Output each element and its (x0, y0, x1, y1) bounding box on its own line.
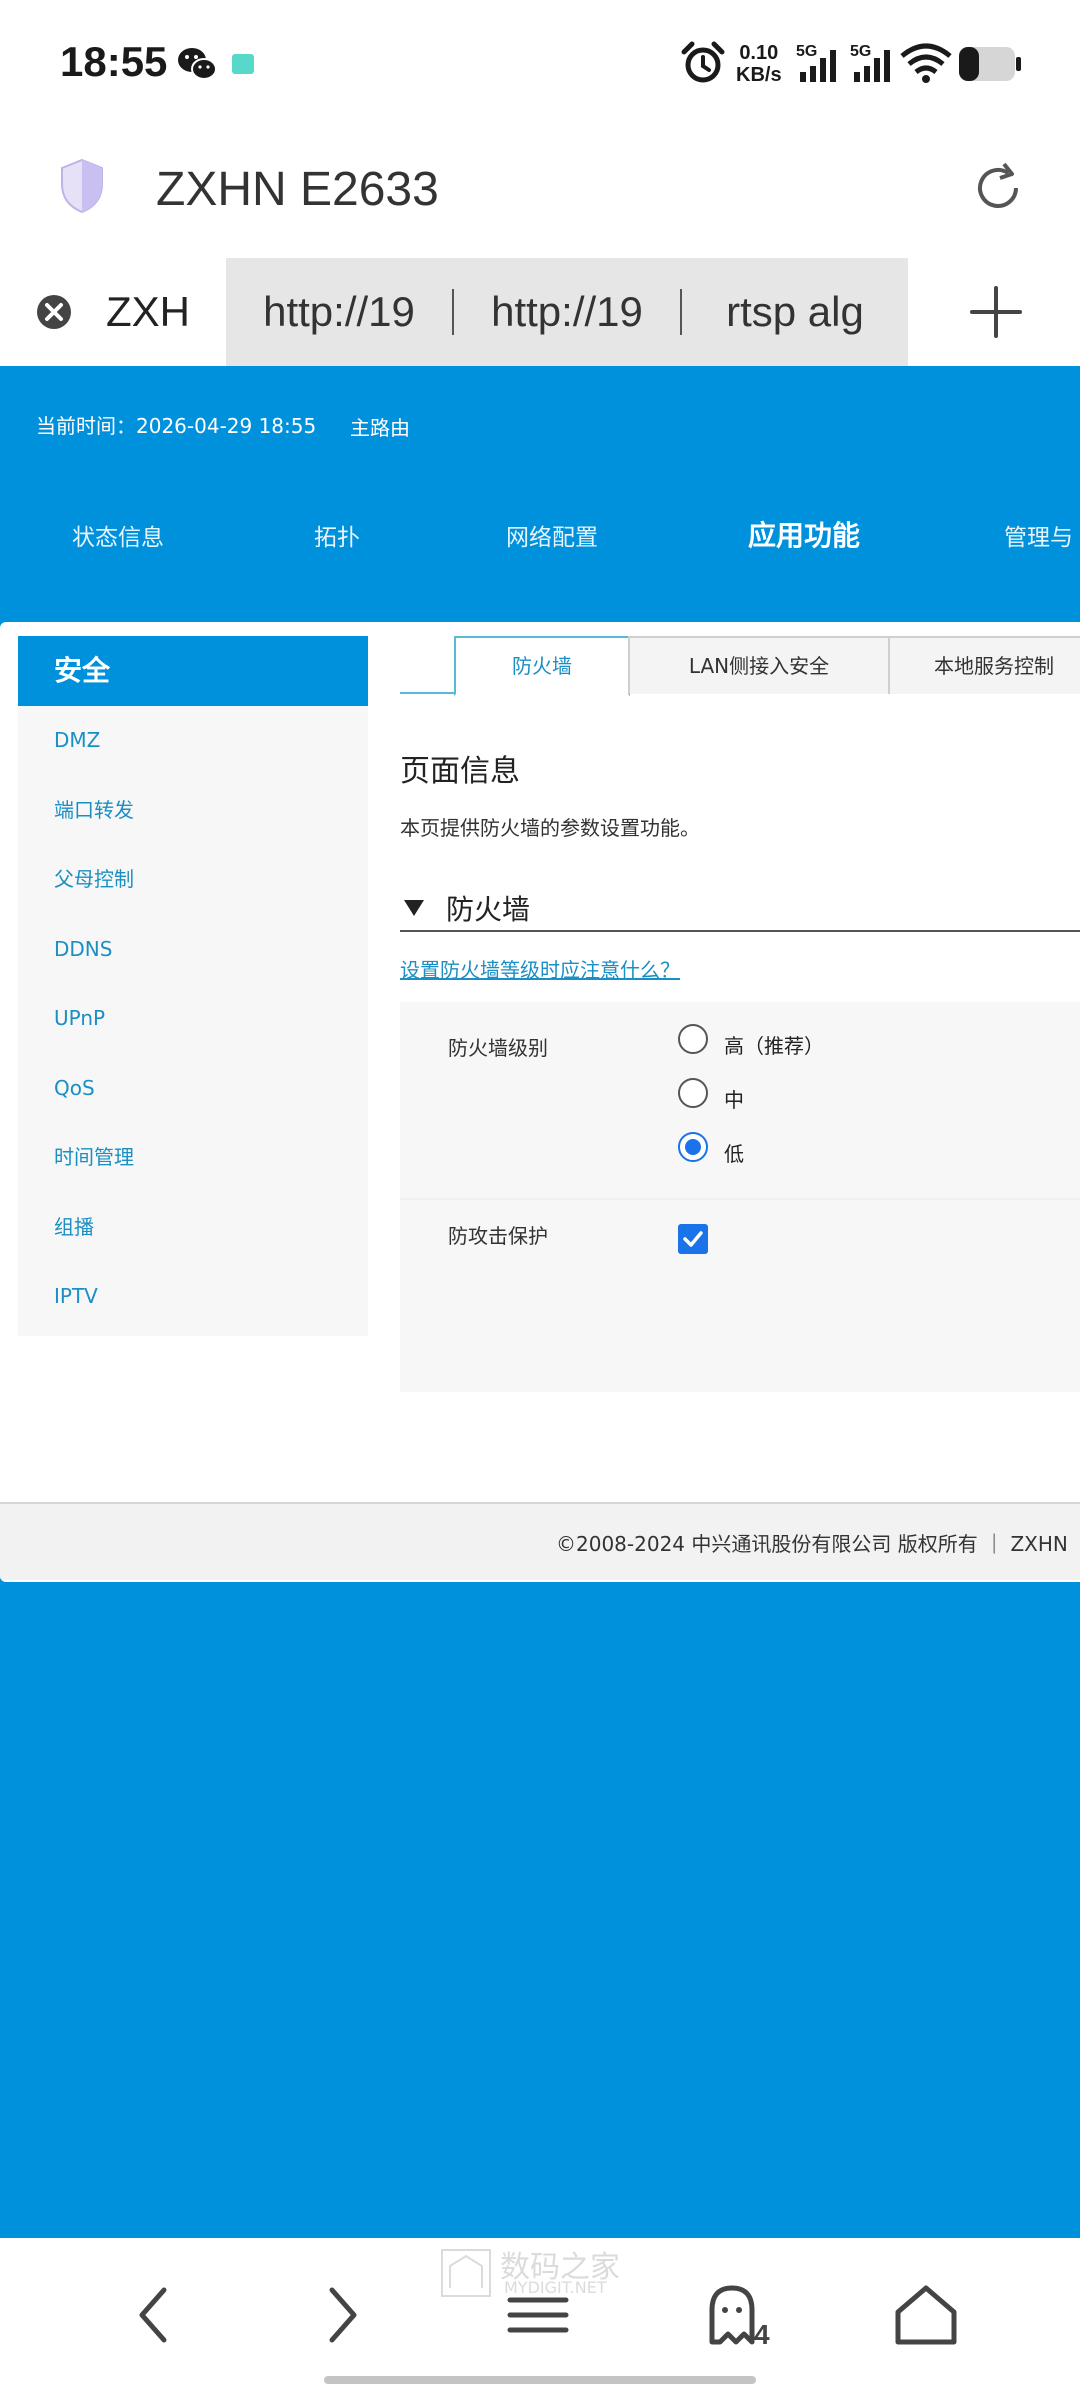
browser-page-title[interactable]: ZXHN E2633 (156, 162, 439, 217)
sidebar-item-port-forwarding[interactable]: 端口转发 (18, 776, 368, 846)
browser-address-bar[interactable]: ZXHN E2633 (0, 128, 1080, 258)
home-icon[interactable] (894, 2282, 958, 2348)
nav-applications[interactable]: 应用功能 (748, 514, 860, 554)
tab-firewall[interactable]: 防火墙 (454, 636, 630, 696)
nav-network-config[interactable]: 网络配置 (506, 518, 598, 552)
browser-tab-strip: ZXH http://19 http://19 rtsp alg (0, 258, 1080, 366)
tab-http-1[interactable]: http://19 (226, 288, 452, 336)
sidebar-item-parental-control[interactable]: 父母控制 (18, 845, 368, 915)
radio-level-high[interactable] (678, 1024, 708, 1054)
checkmark-icon (683, 1231, 703, 1247)
page-info-title: 页面信息 (400, 754, 520, 789)
nav-management[interactable]: 管理与 (1004, 518, 1073, 552)
page-info-description: 本页提供防火墙的参数设置功能。 (400, 816, 700, 840)
tab-rtsp-alg[interactable]: rtsp alg (682, 288, 908, 336)
sub-tabs: 防火墙 LAN侧接入安全 本地服务控制 (400, 636, 1080, 696)
sidebar-item-time-management[interactable]: 时间管理 (18, 1123, 368, 1193)
radio-label-low: 低 (724, 1142, 744, 1166)
firewall-form: 防火墙级别 高（推荐） 中 低 防攻击保护 (400, 1002, 1080, 1392)
radio-label-high: 高（推荐） (724, 1034, 824, 1058)
browser-bottom-nav: 数码之家 MYDIGIT.NET 4 (0, 2238, 1080, 2392)
collapse-triangle-icon[interactable] (404, 900, 424, 916)
router-role: 主路由 (350, 416, 410, 440)
copyright-text: ©2008-2024 中兴通讯股份有限公司 版权所有 ｜ ZXHN (556, 1532, 1068, 1556)
tab-lan-access-security[interactable]: LAN侧接入安全 (628, 636, 890, 694)
sidebar-header[interactable]: 安全 (18, 636, 368, 706)
attack-protection-checkbox[interactable] (678, 1224, 708, 1254)
page-footer: ©2008-2024 中兴通讯股份有限公司 版权所有 ｜ ZXHN (0, 1502, 1080, 1580)
sidebar-item-multicast[interactable]: 组播 (18, 1193, 368, 1263)
radio-label-medium: 中 (724, 1088, 744, 1112)
battery-icon (959, 47, 1021, 81)
add-tab-icon[interactable] (966, 282, 1026, 342)
tabs-ghost-icon[interactable]: 4 (706, 2282, 786, 2348)
wifi-icon (900, 43, 952, 83)
status-bar: 18:55 0.10 KB/s 5G 5G (0, 0, 1080, 128)
radio-level-low[interactable] (678, 1132, 708, 1162)
tab-label: ZXH (106, 288, 190, 335)
forward-icon[interactable] (308, 2282, 372, 2348)
nav-topology[interactable]: 拓扑 (314, 518, 360, 552)
status-time: 18:55 (60, 38, 168, 85)
tab-http-2[interactable]: http://19 (454, 288, 680, 336)
app-notification-icon (232, 54, 254, 74)
signal-icon: 5G (850, 43, 890, 82)
main-nav: 状态信息 拓扑 网络配置 应用功能 管理与 (0, 518, 1080, 558)
sidebar-item-qos[interactable]: QoS (18, 1054, 368, 1124)
wechat-icon (178, 48, 217, 80)
section-title: 防火墙 (446, 893, 531, 926)
tab-count: 4 (754, 2319, 770, 2348)
firewall-level-label: 防火墙级别 (448, 1036, 548, 1060)
net-speed: 0.10 KB/s (736, 42, 782, 86)
inactive-tabs: http://19 http://19 rtsp alg (226, 258, 908, 366)
current-time: 当前时间：2026-04-29 18:55 (36, 414, 317, 438)
firewall-section-header[interactable]: 防火墙 (400, 882, 1080, 932)
shield-icon[interactable] (60, 158, 104, 214)
signal1-label: 5G (796, 43, 817, 60)
sidebar-item-iptv[interactable]: IPTV (18, 1262, 368, 1332)
router-page: 当前时间：2026-04-29 18:55 主路由 状态信息 拓扑 网络配置 应… (0, 366, 1080, 2238)
reload-icon[interactable] (968, 158, 1028, 218)
row-divider (400, 1198, 1080, 1200)
net-speed-unit: KB/s (736, 64, 782, 86)
nav-status-info[interactable]: 状态信息 (72, 518, 164, 552)
menu-icon[interactable] (506, 2282, 570, 2348)
main-panel: 防火墙 LAN侧接入安全 本地服务控制 页面信息 本页提供防火墙的参数设置功能。… (400, 636, 1080, 1536)
sidebar-item-upnp[interactable]: UPnP (18, 984, 368, 1054)
signal2-label: 5G (850, 43, 871, 60)
tab-local-service-control[interactable]: 本地服务控制 (888, 636, 1080, 694)
net-speed-value: 0.10 (739, 42, 779, 64)
watermark-logo-icon (441, 2249, 491, 2297)
content-panel: 安全 DMZ 端口转发 父母控制 DDNS UPnP QoS 时间管理 组播 I… (0, 622, 1080, 1582)
attack-protection-label: 防攻击保护 (448, 1224, 548, 1248)
radio-level-medium[interactable] (678, 1078, 708, 1108)
sidebar: 安全 DMZ 端口转发 父母控制 DDNS UPnP QoS 时间管理 组播 I… (18, 636, 368, 1336)
back-icon[interactable] (124, 2282, 188, 2348)
alarm-icon (681, 41, 725, 83)
close-icon[interactable] (36, 294, 72, 330)
sidebar-item-dmz[interactable]: DMZ (18, 706, 368, 776)
signal-icon: 5G (796, 43, 836, 82)
sidebar-item-ddns[interactable]: DDNS (18, 915, 368, 985)
firewall-help-link[interactable]: 设置防火墙等级时应注意什么？ (400, 954, 680, 983)
home-indicator[interactable] (324, 2376, 756, 2384)
tab-zxh[interactable]: ZXH (0, 258, 226, 366)
